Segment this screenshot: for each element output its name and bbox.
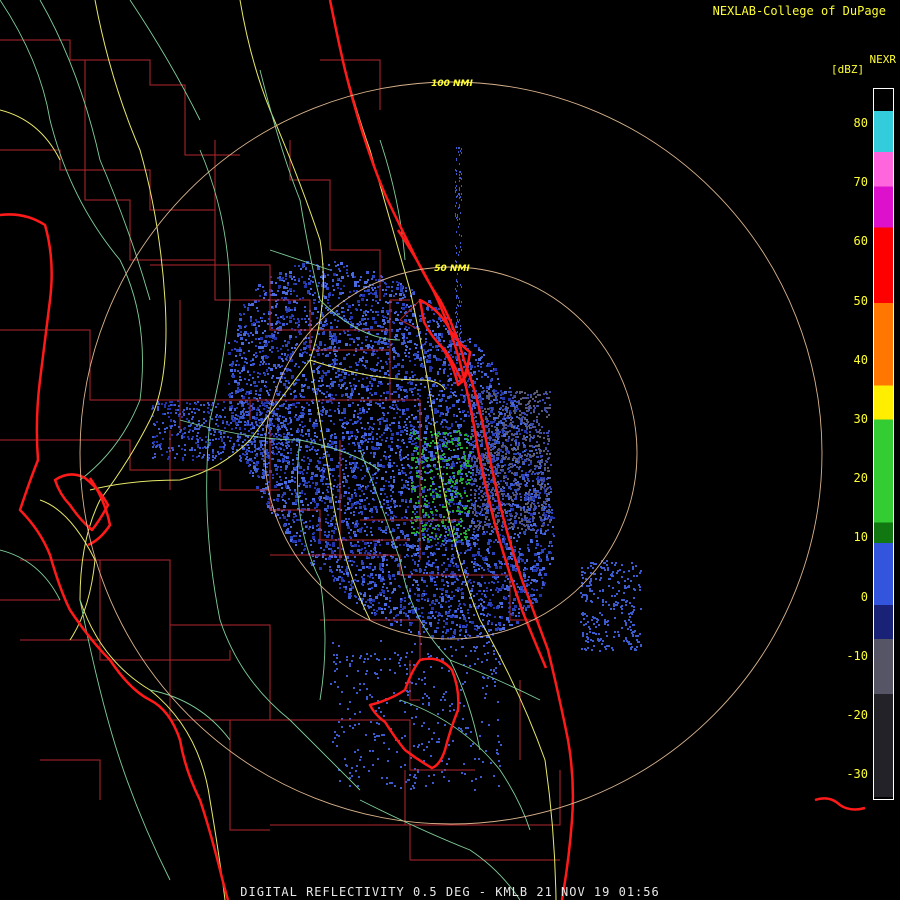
- range-ring-label-100: 100 NMI: [431, 79, 473, 89]
- color-scale-tick: 70: [853, 175, 868, 190]
- color-scale-tick: 40: [853, 352, 868, 367]
- product-caption: DIGITAL REFLECTIVITY 0.5 DEG - KMLB 21 N…: [240, 885, 660, 899]
- credit-label: NEXLAB-College of DuPage: [712, 4, 886, 18]
- color-scale-tick: -30: [846, 767, 868, 782]
- product-label: NEXR: [869, 53, 897, 66]
- unit-label: [dBZ]: [831, 63, 865, 76]
- radar-map: 50 NMI 100 NMI: [0, 0, 866, 900]
- color-scale-tick: -20: [846, 708, 868, 722]
- radar-site-marker: [449, 451, 454, 456]
- color-scale-tick: 80: [853, 116, 868, 130]
- color-scale-tick: 20: [853, 471, 868, 486]
- color-scale-tick: 30: [853, 412, 868, 426]
- color-scale-tick: -10: [846, 648, 868, 663]
- color-scale-bar: [873, 88, 894, 800]
- color-scale-tick: 0: [860, 589, 868, 604]
- range-ring-label-50: 50 NMI: [434, 264, 470, 274]
- color-scale-tick: 10: [853, 530, 868, 545]
- color-scale-tick: 50: [853, 293, 868, 308]
- color-scale-tick: 60: [853, 234, 868, 249]
